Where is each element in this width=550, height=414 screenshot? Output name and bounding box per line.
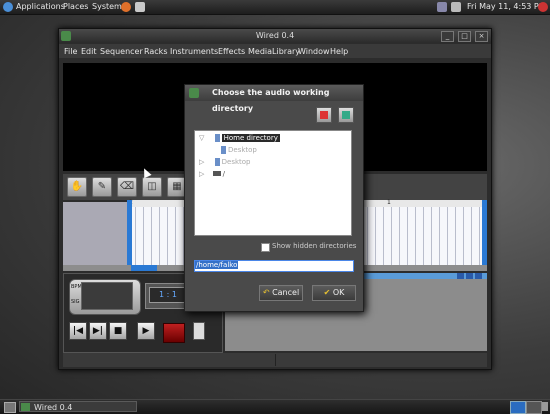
path-value: /home/falko: [195, 261, 239, 269]
path-input[interactable]: /home/falko: [194, 260, 354, 272]
cancel-label: Cancel: [272, 288, 300, 297]
menu-edit[interactable]: Edit: [81, 47, 97, 56]
checkmark-icon: ✔: [323, 288, 331, 297]
dialog-app-icon: [189, 88, 199, 98]
forward-button[interactable]: ▶|: [89, 322, 107, 340]
menu-window[interactable]: Window: [298, 47, 330, 56]
folder-icon: [214, 134, 220, 142]
bpm-display[interactable]: [81, 282, 133, 310]
folder-icon: [214, 158, 220, 166]
choose-directory-dialog: Choose the audio working directory ▽ Hom…: [184, 84, 364, 312]
show-hidden-checkbox[interactable]: [261, 243, 270, 252]
show-desktop-icon[interactable]: [4, 402, 16, 413]
loop-toggle[interactable]: [193, 322, 205, 340]
tree-row-desktop-child[interactable]: Desktop: [195, 145, 351, 156]
tree-row-root[interactable]: ▷ /: [195, 169, 351, 180]
minimize-icon[interactable]: _: [441, 31, 454, 42]
trash-icon[interactable]: [542, 402, 548, 411]
tree-label: Desktop: [228, 146, 257, 154]
status-divider: [275, 354, 276, 366]
places-menu[interactable]: Places: [63, 2, 88, 11]
workspace-1[interactable]: [510, 401, 526, 414]
drive-icon: [212, 171, 221, 176]
shutdown-icon[interactable]: [538, 2, 548, 12]
menu-medialibrary[interactable]: MediaLibrary: [248, 47, 300, 56]
track-headers[interactable]: [63, 202, 127, 270]
close-icon[interactable]: ×: [475, 31, 488, 42]
detach-icon[interactable]: [466, 273, 473, 279]
new-folder-icon[interactable]: [338, 107, 354, 123]
email-icon[interactable]: [135, 2, 145, 12]
applications-menu[interactable]: Applications: [16, 2, 65, 11]
stop-button[interactable]: ■: [109, 322, 127, 340]
menu-instruments[interactable]: Instruments: [170, 47, 218, 56]
cancel-button[interactable]: ↶ Cancel: [259, 285, 303, 301]
eraser-tool-icon[interactable]: ⌫: [117, 177, 137, 197]
loop-start-marker[interactable]: [127, 200, 132, 265]
home-icon[interactable]: [316, 107, 332, 123]
loop-end-marker[interactable]: [482, 200, 487, 265]
network-icon[interactable]: [437, 2, 447, 12]
firefox-icon[interactable]: [121, 2, 131, 12]
taskbar-label: Wired 0.4: [34, 403, 73, 412]
tree-label: Desktop: [221, 158, 251, 166]
tree-row-home[interactable]: ▽ Home directory: [195, 133, 351, 144]
menu-file[interactable]: File: [64, 47, 77, 56]
dialog-titlebar[interactable]: Choose the audio working directory: [185, 85, 363, 113]
time-display: 1 : 1: [149, 287, 187, 303]
directory-tree[interactable]: ▽ Home directory Desktop ▷ Desktop ▷ /: [194, 130, 352, 236]
window-titlebar[interactable]: Wired 0.4: [59, 29, 491, 43]
top-panel: Applications Places System Fri May 11, 4…: [0, 0, 550, 15]
play-button[interactable]: ▶: [137, 322, 155, 340]
cancel-icon: ↶: [262, 288, 270, 297]
pencil-tool-icon[interactable]: ✎: [92, 177, 112, 197]
ok-label: OK: [332, 288, 345, 297]
menu-effects[interactable]: Effects: [218, 47, 245, 56]
ok-button[interactable]: ✔ OK: [312, 285, 356, 301]
system-menu[interactable]: System: [92, 2, 122, 11]
bottom-panel: Wired 0.4: [0, 399, 550, 414]
taskbar-app-icon: [21, 403, 30, 411]
close-panel-icon[interactable]: [475, 273, 482, 279]
sig-label: SIG: [71, 299, 80, 305]
menu-help[interactable]: Help: [330, 47, 348, 56]
show-hidden-label: Show hidden directories: [272, 242, 357, 250]
ruler-mark: 1: [387, 199, 391, 206]
folder-icon: [221, 146, 226, 154]
volume-icon[interactable]: [451, 2, 461, 12]
menu-racks[interactable]: Racks: [144, 47, 167, 56]
pin-icon[interactable]: [457, 273, 464, 279]
tree-row-desktop[interactable]: ▷ Desktop: [195, 157, 351, 168]
rewind-button[interactable]: |◀: [69, 322, 87, 340]
hand-tool-icon[interactable]: ✋: [67, 177, 87, 197]
app-icon[interactable]: [61, 31, 71, 41]
clock[interactable]: Fri May 11, 4:53 PM: [467, 2, 546, 11]
split-tool-icon[interactable]: ◫: [142, 177, 162, 197]
scrollbar-thumb[interactable]: [131, 265, 157, 271]
gnome-foot-icon[interactable]: [3, 2, 13, 12]
menu-sequencer[interactable]: Sequencer: [100, 47, 143, 56]
tree-label: /: [222, 170, 225, 178]
workspace-2[interactable]: [526, 401, 542, 414]
taskbar-wired[interactable]: Wired 0.4: [19, 401, 137, 412]
window-title: Wired 0.4: [255, 31, 295, 40]
tree-label: Home directory: [221, 134, 280, 142]
maximize-icon[interactable]: □: [458, 31, 471, 42]
record-button[interactable]: [163, 323, 185, 343]
